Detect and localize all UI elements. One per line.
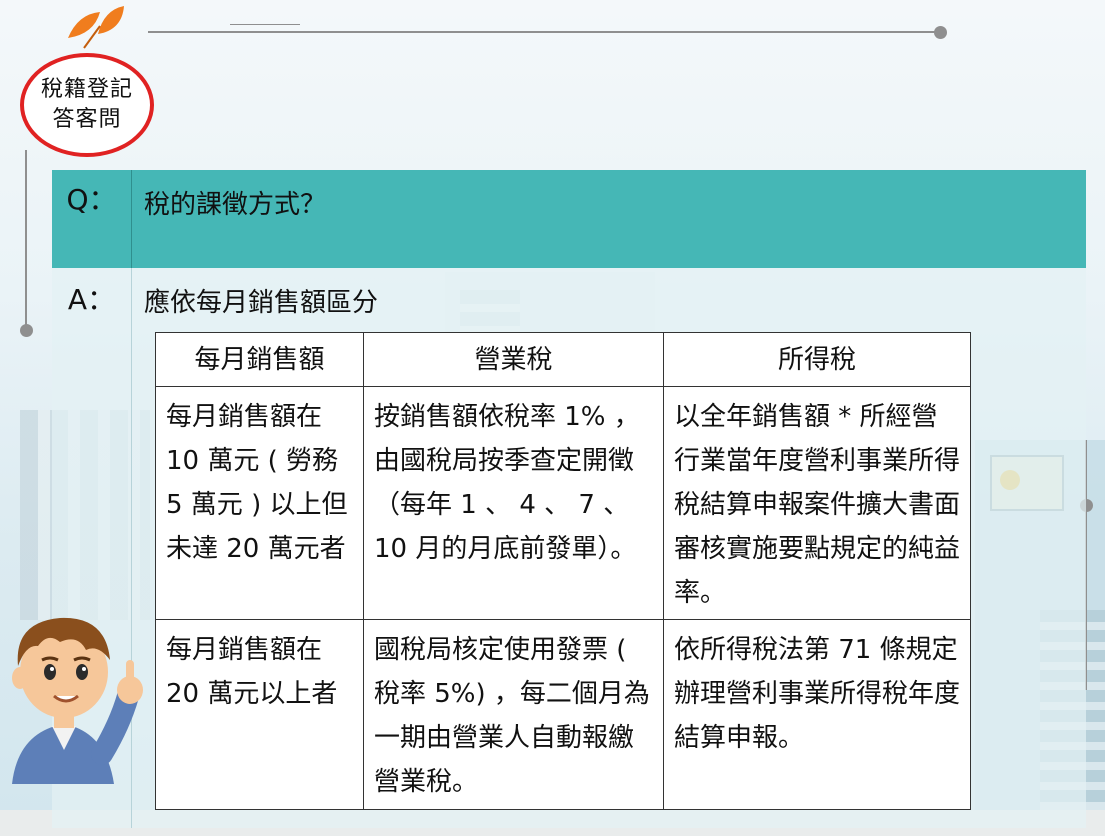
table-cell: 以全年銷售額 * 所經營行業當年度營利事業所得稅結算申報案件擴大書面審核實施要點… xyxy=(663,386,971,620)
topic-badge: 稅籍登記 答客問 xyxy=(20,53,154,157)
leaf-icon xyxy=(68,6,124,49)
question-row: Q： 稅的課徵方式？ xyxy=(52,170,1086,268)
left-deco-line xyxy=(25,150,27,330)
slide: 稅籍登記 答客問 Q： 稅的課徵方式？ A： 應依每月銷售額區分 每月銷售額 營… xyxy=(0,0,1105,836)
header-business-tax: 營業稅 xyxy=(363,332,664,387)
table-row: 每月銷售額在 20 萬元以上者 國稅局核定使用發票 ( 稅率 5%) ，每二個月… xyxy=(155,619,971,810)
table-header-row: 每月銷售額 營業稅 所得稅 xyxy=(155,332,971,387)
top-deco-line xyxy=(148,31,940,33)
table-cell: 國稅局核定使用發票 ( 稅率 5%) ，每二個月為一期由營業人自動報繳營業稅。 xyxy=(363,619,664,810)
question-label: Q： xyxy=(52,170,132,268)
tax-table: 每月銷售額 營業稅 所得稅 每月銷售額在 10 萬元 ( 勞務 5 萬元 ) 以… xyxy=(155,332,971,810)
answer-intro: 應依每月銷售額區分 xyxy=(144,288,379,318)
badge-line2: 答客問 xyxy=(52,107,122,132)
top-deco-dot xyxy=(934,26,947,39)
top-short-line xyxy=(230,24,300,25)
table-cell: 依所得稅法第 71 條規定辦理營利事業所得稅年度結算申報。 xyxy=(663,619,971,810)
left-deco-dot xyxy=(20,324,33,337)
header-monthly-sales: 每月銷售額 xyxy=(155,332,364,387)
table-cell: 每月銷售額在 20 萬元以上者 xyxy=(155,619,364,810)
question-text: 稅的課徵方式？ xyxy=(144,190,327,220)
badge-line1: 稅籍登記 xyxy=(40,77,133,102)
table-cell: 按銷售額依稅率 1% ，由國稅局按季查定開徵 （每年 1 、 4 、 7 、 1… xyxy=(363,386,664,620)
cartoon-boy-illustration xyxy=(12,617,143,784)
header-income-tax: 所得稅 xyxy=(663,332,971,387)
table-cell: 每月銷售額在 10 萬元 ( 勞務 5 萬元 ) 以上但未達 20 萬元者 xyxy=(155,386,364,620)
table-row: 每月銷售額在 10 萬元 ( 勞務 5 萬元 ) 以上但未達 20 萬元者 按銷… xyxy=(155,386,971,620)
